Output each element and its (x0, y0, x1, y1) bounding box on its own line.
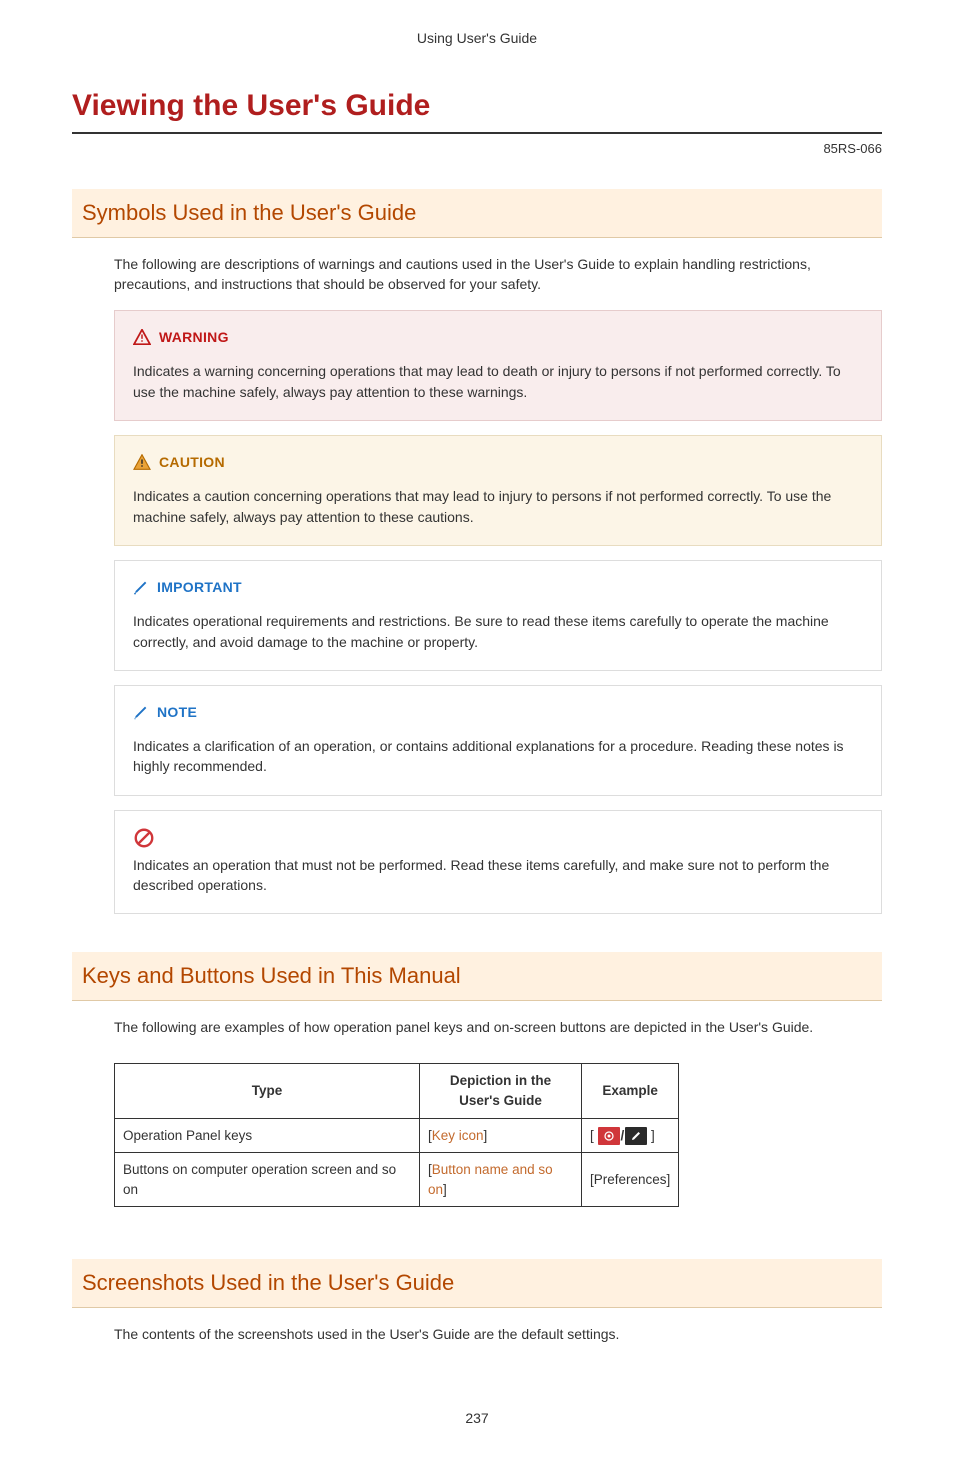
note-body: Indicates a clarification of an operatio… (133, 736, 863, 777)
td-depiction: [Button name and so on] (420, 1153, 582, 1207)
td-example: [Preferences] (582, 1153, 679, 1207)
td-type: Operation Panel keys (115, 1118, 420, 1153)
warning-triangle-icon (133, 329, 151, 345)
keys-intro: The following are examples of how operat… (72, 1017, 882, 1053)
caution-label: CAUTION (159, 452, 225, 472)
page-title: Viewing the User's Guide (72, 84, 882, 134)
stop-key-icon (598, 1127, 620, 1145)
warning-label: WARNING (159, 327, 229, 347)
th-depiction: Depiction in the User's Guide (420, 1064, 582, 1118)
important-label: IMPORTANT (157, 577, 242, 597)
warning-body: Indicates a warning concerning operation… (133, 361, 863, 402)
table-row: Buttons on computer operation screen and… (115, 1153, 679, 1207)
prohibit-icon (133, 827, 155, 849)
prohibit-body: Indicates an operation that must not be … (133, 855, 863, 896)
bracket-close: ] (443, 1182, 447, 1197)
clear-key-icon (625, 1127, 647, 1145)
section-heading-symbols: Symbols Used in the User's Guide (72, 189, 882, 238)
callout-important: IMPORTANT Indicates operational requirem… (114, 560, 882, 671)
caution-triangle-icon (133, 454, 151, 470)
document-code: 85RS-066 (72, 140, 882, 159)
section-heading-screenshots: Screenshots Used in the User's Guide (72, 1259, 882, 1308)
pencil-important-icon (133, 579, 149, 595)
example-suffix: ] (647, 1128, 655, 1143)
callout-note: NOTE Indicates a clarification of an ope… (114, 685, 882, 796)
callout-prohibit: Indicates an operation that must not be … (114, 810, 882, 915)
bracket-close: ] (484, 1128, 488, 1143)
table-row: Operation Panel keys [Key icon] [ / ] (115, 1118, 679, 1153)
section-heading-keys: Keys and Buttons Used in This Manual (72, 952, 882, 1001)
callout-caution: CAUTION Indicates a caution concerning o… (114, 435, 882, 546)
symbols-intro: The following are descriptions of warnin… (72, 254, 882, 311)
td-depiction: [Key icon] (420, 1118, 582, 1153)
screenshots-intro: The contents of the screenshots used in … (72, 1324, 882, 1360)
example-prefix: [ (590, 1128, 598, 1143)
pencil-note-icon (133, 704, 149, 720)
td-type: Buttons on computer operation screen and… (115, 1153, 420, 1207)
depiction-inner: Key icon (432, 1128, 484, 1143)
page-number: 237 (72, 1408, 882, 1428)
td-example: [ / ] (582, 1118, 679, 1153)
caution-body: Indicates a caution concerning operation… (133, 486, 863, 527)
note-label: NOTE (157, 702, 197, 722)
th-type: Type (115, 1064, 420, 1118)
th-example: Example (582, 1064, 679, 1118)
breadcrumb: Using User's Guide (72, 28, 882, 48)
keys-table: Type Depiction in the User's Guide Examp… (114, 1063, 679, 1207)
callout-warning: WARNING Indicates a warning concerning o… (114, 310, 882, 421)
important-body: Indicates operational requirements and r… (133, 611, 863, 652)
